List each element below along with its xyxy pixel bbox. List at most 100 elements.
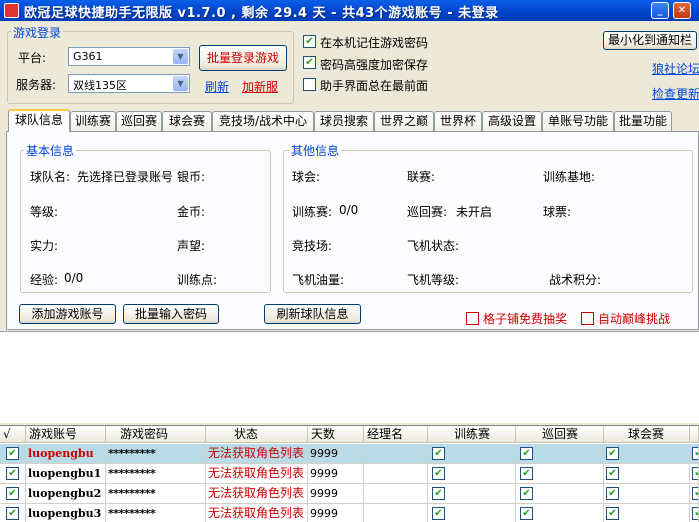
tour-checkbox[interactable]: ✔ (520, 447, 533, 460)
days-cell: 9999 (308, 504, 364, 522)
minimize-to-tray-button[interactable]: 最小化到通知栏 (603, 31, 697, 50)
manager-cell (364, 504, 428, 522)
auto-peak-checkbox[interactable] (581, 312, 594, 325)
extra-checkbox[interactable]: ✔ (692, 507, 698, 520)
app-icon (4, 3, 19, 18)
table-row[interactable]: ✔ luopengbu ********* 无法获取角色列表 9999 ✔ ✔ … (0, 444, 699, 464)
club-checkbox[interactable]: ✔ (606, 507, 619, 520)
col-header-check[interactable]: √ (0, 426, 26, 443)
col-header-account[interactable]: 游戏账号 (26, 426, 106, 443)
club-checkbox[interactable]: ✔ (606, 487, 619, 500)
tab-arena[interactable]: 竞技场/战术中心 (212, 111, 314, 131)
tour-checkbox[interactable]: ✔ (520, 467, 533, 480)
exp-value: 0/0 (64, 271, 84, 285)
tab-world-cup[interactable]: 世界杯 (434, 111, 482, 131)
tab-tour[interactable]: 巡回赛 (116, 111, 162, 131)
manager-cell (364, 484, 428, 504)
tab-batch[interactable]: 批量功能 (614, 111, 672, 131)
account-cell: luopengbu2 (26, 484, 106, 504)
team-name-value: 先选择已登录账号 (77, 170, 174, 184)
extra-checkbox[interactable]: ✔ (692, 467, 698, 480)
training-checkbox[interactable]: ✔ (432, 447, 445, 460)
row-checkbox[interactable]: ✔ (6, 487, 19, 500)
training-match-label: 训练赛: (292, 205, 333, 219)
tour-checkbox[interactable]: ✔ (520, 487, 533, 500)
batch-password-button[interactable]: 批量输入密码 (123, 304, 219, 324)
table-row[interactable]: ✔ luopengbu3 ********* 无法获取角色列表 9999 ✔ ✔… (0, 504, 699, 522)
tab-world-peak[interactable]: 世界之巅 (374, 111, 434, 131)
col-header-password[interactable]: 游戏密码 (106, 426, 206, 443)
tour-label: 巡回赛: (407, 205, 448, 219)
training-match-value: 0/0 (339, 203, 359, 217)
other-info-label: 其他信息 (289, 142, 342, 159)
fame-label: 声望: (177, 239, 206, 253)
training-checkbox[interactable]: ✔ (432, 507, 445, 520)
batch-login-button[interactable]: 批量登录游戏 (199, 45, 287, 71)
training-checkbox[interactable]: ✔ (432, 487, 445, 500)
other-info-group (283, 150, 693, 293)
chevron-down-icon: ▼ (173, 49, 188, 64)
server-select[interactable]: 双线135区 ▼ (68, 74, 190, 93)
table-row[interactable]: ✔ luopengbu2 ********* 无法获取角色列表 9999 ✔ ✔… (0, 484, 699, 504)
col-header-manager[interactable]: 经理名 (364, 426, 428, 443)
col-header-days[interactable]: 天数 (308, 426, 364, 443)
remember-password-label: 在本机记住游戏密码 (320, 36, 429, 50)
tour-checkbox[interactable]: ✔ (520, 507, 533, 520)
tab-club[interactable]: 球会赛 (162, 111, 212, 131)
team-name-label: 球队名: (30, 170, 71, 184)
free-lottery-checkbox[interactable] (466, 312, 479, 325)
check-update-link[interactable]: 检查更新 (652, 85, 699, 102)
refresh-team-button[interactable]: 刷新球队信息 (264, 304, 361, 324)
tactic-points-label: 战术积分: (549, 273, 602, 287)
training-checkbox[interactable]: ✔ (432, 467, 445, 480)
basic-info-label: 基本信息 (24, 142, 77, 159)
free-lottery-label: 格子铺免费抽奖 (483, 312, 568, 326)
chevron-down-icon: ▼ (173, 76, 188, 91)
refresh-link[interactable]: 刷新 (205, 78, 229, 95)
account-table[interactable]: √ 游戏账号 游戏密码 状态 天数 经理名 训练赛 巡回赛 球会赛 ✔ luop… (0, 425, 699, 522)
strong-encrypt-checkbox[interactable]: ✔ (303, 56, 316, 69)
gold-label: 金币: (177, 205, 206, 219)
window-title: 欧冠足球快捷助手无限版 v1.7.0 , 剩余 29.4 天 - 共43个游戏账… (24, 6, 499, 21)
forum-link[interactable]: 狼社论坛 (652, 60, 699, 77)
row-checkbox[interactable]: ✔ (6, 507, 19, 520)
remember-password-checkbox[interactable]: ✔ (303, 35, 316, 48)
server-select-value: 双线135区 (73, 79, 127, 92)
platform-select[interactable]: G361 ▼ (68, 47, 190, 66)
club-checkbox[interactable]: ✔ (606, 447, 619, 460)
exp-label: 经验: (30, 273, 59, 287)
club-checkbox[interactable]: ✔ (606, 467, 619, 480)
tab-player-search[interactable]: 球员搜索 (314, 111, 374, 131)
row-checkbox[interactable]: ✔ (6, 447, 19, 460)
extra-checkbox[interactable]: ✔ (692, 447, 698, 460)
tab-team-info[interactable]: 球队信息 (8, 109, 70, 132)
account-cell: luopengbu1 (26, 464, 106, 484)
add-account-button[interactable]: 添加游戏账号 (19, 304, 116, 324)
col-header-club[interactable]: 球会赛 (604, 426, 690, 443)
title-bar[interactable]: 欧冠足球快捷助手无限版 v1.7.0 , 剩余 29.4 天 - 共43个游戏账… (0, 0, 699, 21)
row-checkbox[interactable]: ✔ (6, 467, 19, 480)
tickets-label: 球票: (543, 205, 572, 219)
new-server-link[interactable]: 加新服 (242, 78, 278, 95)
plane-level-label: 飞机等级: (407, 273, 460, 287)
extra-checkbox[interactable]: ✔ (692, 487, 698, 500)
always-on-top-checkbox[interactable] (303, 78, 316, 91)
table-row[interactable]: ✔ luopengbu1 ********* 无法获取角色列表 9999 ✔ ✔… (0, 464, 699, 484)
close-button[interactable]: ✕ (673, 2, 691, 19)
tab-advanced[interactable]: 高级设置 (482, 111, 542, 131)
password-cell: ********* (106, 484, 206, 504)
col-header-tour[interactable]: 巡回赛 (516, 426, 604, 443)
status-cell: 无法获取角色列表 (206, 444, 308, 464)
tab-training[interactable]: 训练赛 (70, 111, 116, 131)
days-cell: 9999 (308, 444, 364, 464)
manager-cell (364, 444, 428, 464)
manager-cell (364, 464, 428, 484)
minimize-button[interactable]: _ (651, 2, 669, 19)
col-header-status[interactable]: 状态 (206, 426, 308, 443)
log-area (0, 331, 699, 423)
server-label: 服务器: (16, 78, 57, 92)
status-cell: 无法获取角色列表 (206, 504, 308, 522)
tab-single-account[interactable]: 单账号功能 (542, 111, 614, 131)
col-header-filler (690, 426, 699, 443)
col-header-training[interactable]: 训练赛 (428, 426, 516, 443)
